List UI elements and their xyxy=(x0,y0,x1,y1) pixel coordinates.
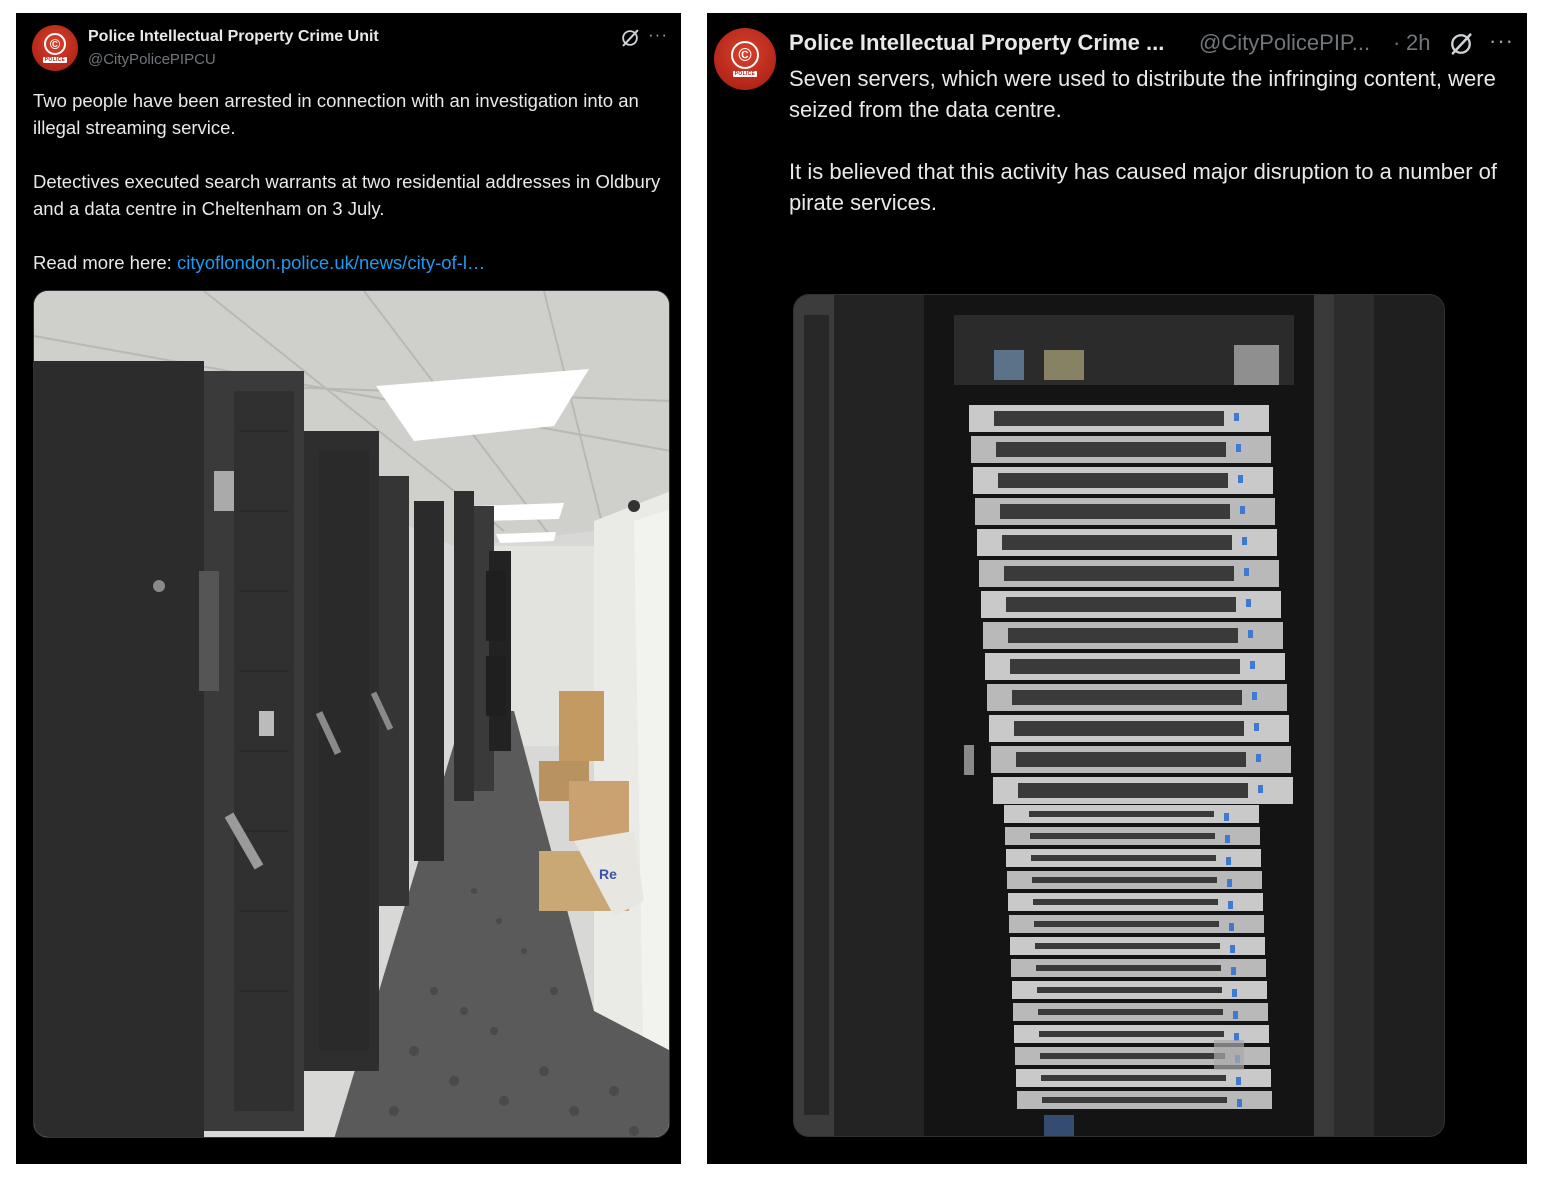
post-timestamp[interactable]: 2h xyxy=(1406,30,1430,56)
separator-dot: · xyxy=(1393,30,1401,55)
status-led xyxy=(1250,661,1255,669)
drive-bays xyxy=(1008,628,1238,643)
left-post: © POLICE Police Intellectual Property Cr… xyxy=(16,13,681,1164)
grok-icon[interactable] xyxy=(619,27,641,49)
drive-bays xyxy=(1031,855,1216,861)
drive-bays xyxy=(1039,1031,1224,1037)
drive-bays xyxy=(1035,943,1220,949)
drive-bays xyxy=(994,411,1224,426)
post-photo-server-rack[interactable] xyxy=(793,294,1445,1137)
drive-bays xyxy=(1037,987,1222,993)
copyright-icon: © xyxy=(731,41,759,69)
right-post: © POLICE Police Intellectual Property Cr… xyxy=(707,13,1527,1164)
drive-bays xyxy=(1038,1009,1223,1015)
author-avatar[interactable]: © POLICE xyxy=(32,25,78,71)
drive-bays xyxy=(1016,752,1246,767)
status-led xyxy=(1252,692,1257,700)
status-led xyxy=(1232,989,1237,997)
status-led xyxy=(1224,813,1229,821)
author-handle[interactable]: @CityPolicePIPCU xyxy=(88,51,216,68)
grok-icon[interactable] xyxy=(1447,30,1475,58)
status-led xyxy=(1231,967,1236,975)
status-led xyxy=(1226,857,1231,865)
status-led xyxy=(1227,879,1232,887)
drive-bays xyxy=(1041,1075,1226,1081)
drive-bays xyxy=(1042,1097,1227,1103)
drive-bays xyxy=(1000,504,1230,519)
status-led xyxy=(1254,723,1259,731)
read-more-label: Read more here: xyxy=(33,252,177,273)
status-led xyxy=(1242,537,1247,545)
author-avatar[interactable]: © POLICE xyxy=(714,28,776,90)
post-text: Seven servers, which were used to distri… xyxy=(789,63,1519,249)
status-led xyxy=(1236,444,1241,452)
post-paragraph: Detectives executed search warrants at t… xyxy=(33,171,661,219)
avatar-crest-text: POLICE xyxy=(732,71,758,77)
post-photo-server-room[interactable]: Re xyxy=(33,290,670,1138)
drive-bays xyxy=(1002,535,1232,550)
status-led xyxy=(1248,630,1253,638)
status-led xyxy=(1230,945,1235,953)
drive-bays xyxy=(998,473,1228,488)
drive-bays xyxy=(1014,721,1244,736)
drive-bays xyxy=(1032,877,1217,883)
article-link[interactable]: cityoflondon.police.uk/news/city-of-l… xyxy=(177,252,485,273)
post-paragraph: It is believed that this activity has ca… xyxy=(789,159,1498,215)
status-led xyxy=(1225,835,1230,843)
status-led xyxy=(1233,1011,1238,1019)
drive-bays xyxy=(1006,597,1236,612)
read-more-line: Read more here: cityoflondon.police.uk/n… xyxy=(33,249,663,276)
drive-bays xyxy=(996,442,1226,457)
status-led xyxy=(1256,754,1261,762)
copyright-icon: © xyxy=(44,33,66,55)
drive-bays xyxy=(1012,690,1242,705)
drive-bays xyxy=(1010,659,1240,674)
post-paragraph: Seven servers, which were used to distri… xyxy=(789,66,1496,122)
status-led xyxy=(1229,923,1234,931)
more-options-icon[interactable]: ··· xyxy=(648,25,668,45)
status-led xyxy=(1258,785,1263,793)
status-led xyxy=(1246,599,1251,607)
status-led xyxy=(1244,568,1249,576)
drive-bays xyxy=(1018,783,1248,798)
more-options-icon[interactable]: ··· xyxy=(1489,28,1514,54)
drive-bays xyxy=(1030,833,1215,839)
post-paragraph: Two people have been arrested in connect… xyxy=(33,90,639,138)
drive-bays xyxy=(1029,811,1214,817)
status-led xyxy=(1240,506,1245,514)
status-led xyxy=(1228,901,1233,909)
author-name[interactable]: Police Intellectual Property Crime ... xyxy=(789,30,1164,56)
drive-bays xyxy=(1036,965,1221,971)
status-led xyxy=(1234,413,1239,421)
post-text: Two people have been arrested in connect… xyxy=(33,87,663,303)
bag-text: Re xyxy=(599,866,617,882)
author-name[interactable]: Police Intellectual Property Crime Unit xyxy=(88,28,379,46)
status-led xyxy=(1234,1033,1239,1041)
drive-bays xyxy=(1040,1053,1225,1059)
author-handle[interactable]: @CityPolicePIP... xyxy=(1199,30,1370,56)
drive-bays xyxy=(1004,566,1234,581)
status-led xyxy=(1237,1099,1242,1107)
status-led xyxy=(1238,475,1243,483)
drive-bays xyxy=(1033,899,1218,905)
status-led xyxy=(1236,1077,1241,1085)
drive-bays xyxy=(1034,921,1219,927)
avatar-crest-text: POLICE xyxy=(42,57,68,63)
